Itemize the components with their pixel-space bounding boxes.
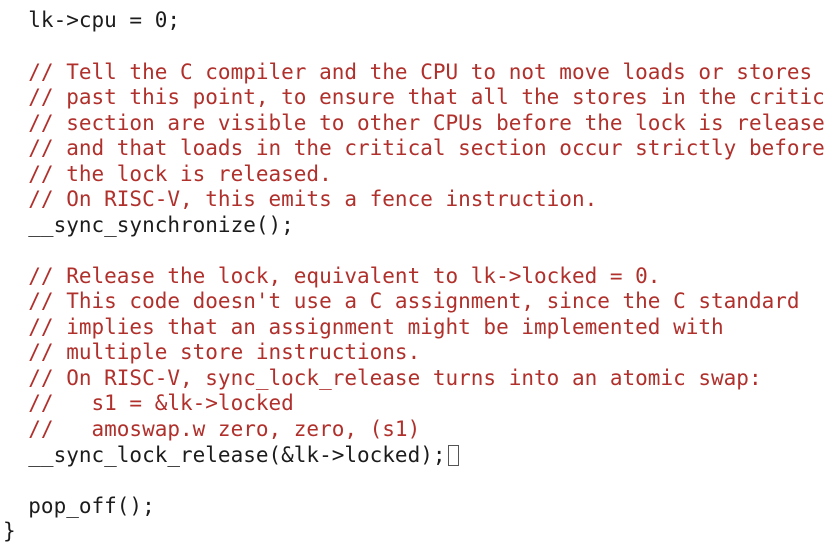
line-text: __sync_lock_release(&lk->locked); bbox=[3, 443, 446, 467]
line-text: // section are visible to other CPUs bef… bbox=[3, 111, 825, 135]
code-editor[interactable]: lk->cpu = 0; // Tell the C compiler and … bbox=[0, 0, 832, 558]
comment-line: // Tell the C compiler and the CPU to no… bbox=[3, 60, 812, 85]
line-text: // On RISC-V, sync_lock_release turns in… bbox=[3, 366, 762, 390]
code-line: __sync_lock_release(&lk->locked); bbox=[3, 443, 459, 468]
line-text: } bbox=[3, 519, 16, 543]
line-text: // s1 = &lk->locked bbox=[3, 391, 294, 415]
comment-line: // On RISC-V, sync_lock_release turns in… bbox=[3, 366, 762, 391]
text-cursor-icon bbox=[447, 445, 459, 466]
line-text: // multiple store instructions. bbox=[3, 340, 421, 364]
line-text: lk->cpu = 0; bbox=[3, 8, 181, 32]
code-line: pop_off(); bbox=[3, 494, 155, 519]
comment-line: // Release the lock, equivalent to lk->l… bbox=[3, 264, 660, 289]
line-text: // the lock is released. bbox=[3, 162, 332, 186]
comment-line: // past this point, to ensure that all t… bbox=[3, 85, 825, 110]
line-text: // past this point, to ensure that all t… bbox=[3, 85, 825, 109]
line-text: // This code doesn't use a C assignment,… bbox=[3, 289, 800, 313]
line-text: // On RISC-V, this emits a fence instruc… bbox=[3, 187, 598, 211]
code-line: lk->cpu = 0; bbox=[3, 8, 180, 33]
line-text: __sync_synchronize(); bbox=[3, 213, 294, 237]
code-line: __sync_synchronize(); bbox=[3, 213, 294, 238]
comment-line: // amoswap.w zero, zero, (s1) bbox=[3, 417, 420, 442]
comment-line: // multiple store instructions. bbox=[3, 340, 420, 365]
line-text: // Release the lock, equivalent to lk->l… bbox=[3, 264, 661, 288]
comment-line: // and that loads in the critical sectio… bbox=[3, 136, 825, 161]
comment-line: // section are visible to other CPUs bef… bbox=[3, 111, 825, 136]
comment-line: // This code doesn't use a C assignment,… bbox=[3, 289, 800, 314]
line-text: // Tell the C compiler and the CPU to no… bbox=[3, 60, 813, 84]
comment-line: // s1 = &lk->locked bbox=[3, 391, 294, 416]
comment-line: // the lock is released. bbox=[3, 162, 332, 187]
code-line: } bbox=[3, 519, 16, 544]
line-text: // implies that an assignment might be i… bbox=[3, 315, 724, 339]
line-text: pop_off(); bbox=[3, 494, 155, 518]
comment-line: // On RISC-V, this emits a fence instruc… bbox=[3, 187, 597, 212]
line-text: // amoswap.w zero, zero, (s1) bbox=[3, 417, 421, 441]
comment-line: // implies that an assignment might be i… bbox=[3, 315, 724, 340]
line-text: // and that loads in the critical sectio… bbox=[3, 136, 825, 160]
